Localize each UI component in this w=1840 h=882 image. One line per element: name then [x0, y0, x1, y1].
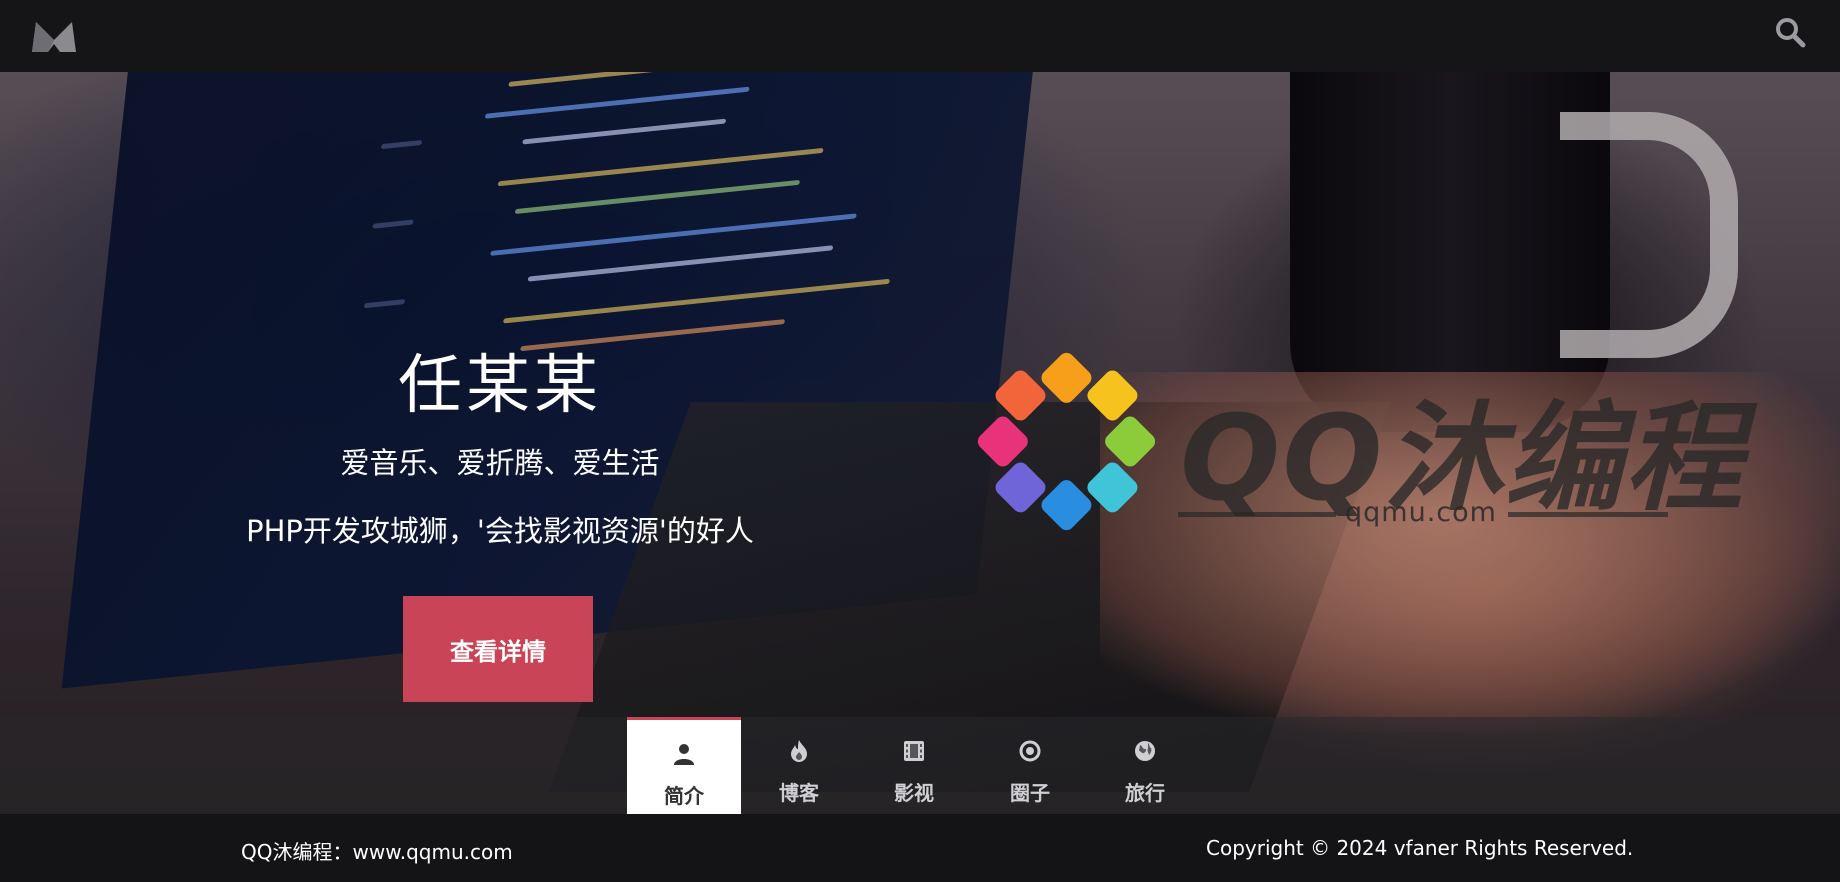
watermark-line-left [1178, 512, 1336, 517]
tab-intro[interactable]: 简介 [627, 717, 741, 814]
tab-blog-label: 博客 [779, 781, 819, 805]
user-icon [674, 744, 694, 765]
globe-icon [1135, 741, 1155, 761]
watermark-url-text: qqmu.com [1345, 497, 1497, 528]
footer-copyright: Copyright © 2024 vfaner Rights Reserved. [1206, 836, 1634, 860]
fire-icon [791, 740, 807, 762]
tab-video-label: 影视 [894, 781, 934, 805]
hero-tagline-1: 爱音乐、爱折腾、爱生活 [340, 446, 660, 480]
tab-video[interactable]: 影视 [857, 717, 971, 814]
tab-intro-label: 简介 [664, 784, 704, 808]
watermark-line-right [1508, 512, 1668, 517]
footer-site-link[interactable]: QQ沐编程：www.qqmu.com [241, 836, 513, 865]
film-icon [904, 741, 924, 761]
qqmu-watermark-logo [977, 352, 1156, 531]
view-details-button[interactable]: 查看详情 [403, 596, 593, 702]
tab-travel[interactable]: 旅行 [1088, 717, 1202, 814]
tab-blog[interactable]: 博客 [742, 717, 856, 814]
hero-banner: 任某某 爱音乐、爱折腾、爱生活 PHP开发攻城狮，'会找影视资源'的好人 查看详… [0, 72, 1840, 814]
hero-name: 任某某 [398, 349, 602, 423]
search-icon[interactable] [1774, 16, 1806, 48]
crown-m-logo-icon[interactable] [30, 18, 78, 54]
tab-travel-label: 旅行 [1125, 781, 1165, 805]
hero-tagline-2: PHP开发攻城狮，'会找影视资源'的好人 [246, 514, 754, 548]
top-navbar [0, 0, 1840, 72]
tab-circle[interactable]: 圈子 [973, 717, 1087, 814]
tab-circle-label: 圈子 [1010, 781, 1050, 805]
circle-dot-icon [1019, 740, 1041, 762]
